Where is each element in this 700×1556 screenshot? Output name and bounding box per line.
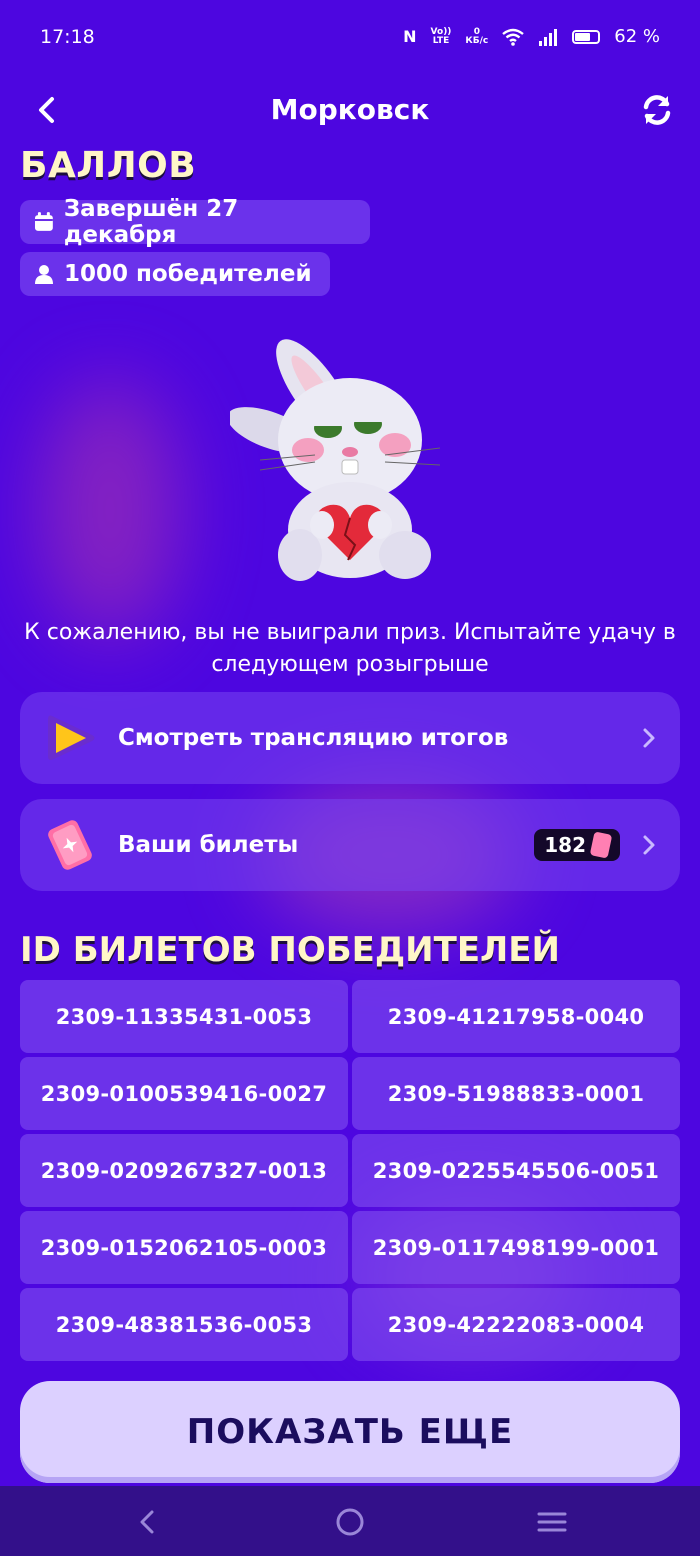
chevron-right-icon <box>643 728 655 748</box>
ticket-icon <box>589 831 613 859</box>
watch-broadcast-card[interactable]: Смотреть трансляцию итогов <box>20 692 680 784</box>
winner-ids-grid: 2309-11335431-0053 2309-41217958-0040 23… <box>20 980 680 1361</box>
status-time: 17:18 <box>40 26 95 48</box>
tickets-count: 182 <box>544 833 586 857</box>
winner-id: 2309-41217958-0040 <box>352 980 680 1053</box>
sad-bunny-illustration <box>230 339 441 581</box>
winners-count-chip: 1000 победителей <box>20 252 330 296</box>
winner-id: 2309-11335431-0053 <box>20 980 348 1053</box>
app-header: Морковск <box>0 75 700 145</box>
status-bar: 17:18 N Vo)) LTE 0 КБ/с 62 % <box>0 0 700 75</box>
result-message: К сожалению, вы не выиграли приз. Испыта… <box>24 620 676 677</box>
page-title: Морковск <box>270 93 430 126</box>
background-glow <box>40 380 180 640</box>
winner-id: 2309-0152062105-0003 <box>20 1211 348 1284</box>
winner-id: 2309-0117498199-0001 <box>352 1211 680 1284</box>
refresh-icon[interactable] <box>638 91 676 129</box>
network-speed: 0 КБ/с <box>465 26 489 46</box>
nav-menu-icon[interactable] <box>536 1506 568 1538</box>
tickets-count-badge: 182 <box>534 829 620 861</box>
contest-title: БАЛЛОВ <box>20 148 197 184</box>
your-tickets-label: Ваши билеты <box>118 832 299 858</box>
user-icon <box>35 265 53 284</box>
wifi-icon <box>502 28 525 46</box>
winner-id: 2309-51988833-0001 <box>352 1057 680 1130</box>
battery-percent: 62 % <box>614 26 660 47</box>
status-icons: N Vo)) LTE 0 КБ/с 62 % <box>403 26 660 47</box>
signal-icon <box>539 28 558 46</box>
system-navigation-bar <box>0 1486 700 1556</box>
your-tickets-card[interactable]: Ваши билеты 182 <box>20 799 680 891</box>
winner-id: 2309-0225545506-0051 <box>352 1134 680 1207</box>
chevron-right-icon <box>643 835 655 855</box>
calendar-icon <box>34 212 53 231</box>
ticket-icon <box>48 820 92 870</box>
nav-back-icon[interactable] <box>132 1506 164 1538</box>
winner-id: 2309-0209267327-0013 <box>20 1134 348 1207</box>
show-more-button[interactable]: ПОКАЗАТЬ ЕЩЕ <box>20 1381 680 1483</box>
nfc-icon: N <box>403 27 417 46</box>
watch-broadcast-label: Смотреть трансляцию итогов <box>118 725 509 751</box>
winners-section-title: ID БИЛЕТОВ ПОБЕДИТЕЛЕЙ <box>20 930 560 970</box>
volte-icon: Vo)) LTE <box>430 26 452 46</box>
finished-date-label: Завершён 27 декабря <box>63 196 239 248</box>
winner-id: 2309-42222083-0004 <box>352 1288 680 1361</box>
winner-id: 2309-0100539416-0027 <box>20 1057 348 1130</box>
winners-count-label: 1000 победителей <box>64 261 312 287</box>
battery-icon <box>572 29 601 44</box>
nav-home-icon[interactable] <box>334 1506 366 1538</box>
finished-date-chip: Завершён 27 декабря <box>20 196 370 248</box>
play-icon <box>48 715 95 760</box>
winner-id: 2309-48381536-0053 <box>20 1288 348 1361</box>
